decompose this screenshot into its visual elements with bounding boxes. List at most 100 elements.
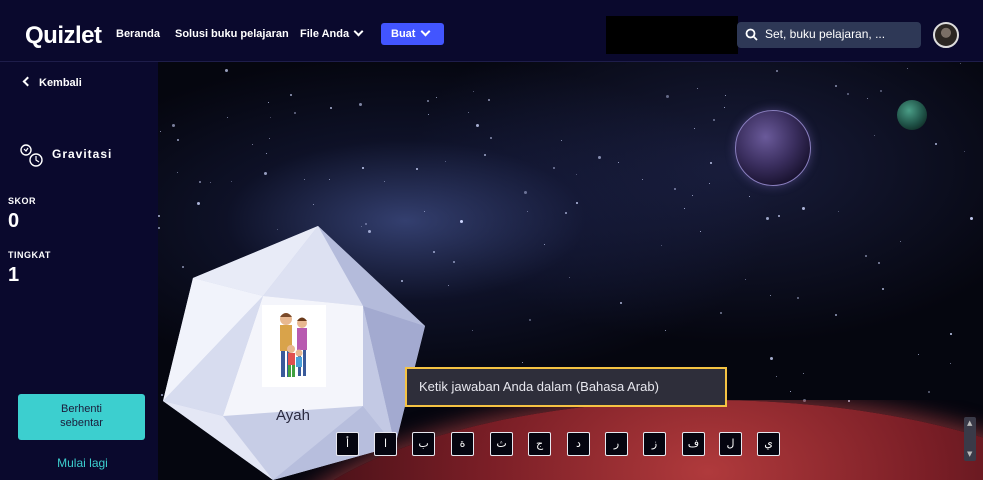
answer-input[interactable]: Ketik jawaban Anda dalam (Bahasa Arab) <box>405 367 727 407</box>
star <box>453 261 455 263</box>
star <box>304 179 305 180</box>
key-zay[interactable]: ز <box>643 432 666 456</box>
star <box>227 117 228 118</box>
star <box>529 319 531 321</box>
star <box>490 137 492 139</box>
quizlet-logo[interactable]: Quizlet <box>25 22 102 50</box>
star <box>709 183 710 184</box>
star <box>160 131 161 132</box>
star <box>359 103 362 106</box>
score-label: SKOR <box>8 196 37 206</box>
key-tha[interactable]: ث <box>490 432 513 456</box>
star <box>433 251 435 253</box>
star <box>427 100 429 102</box>
family-image <box>262 305 326 387</box>
green-planet <box>897 100 927 130</box>
key-alef-hamza[interactable]: أ <box>336 432 359 456</box>
star <box>720 312 722 314</box>
scroll-down-icon[interactable]: ▼ <box>967 450 972 458</box>
star <box>928 391 930 393</box>
gravity-icon <box>20 144 43 167</box>
user-avatar[interactable] <box>933 22 959 48</box>
search-icon <box>745 28 758 41</box>
key-lam[interactable]: ل <box>719 432 742 456</box>
star <box>642 179 643 180</box>
restart-link[interactable]: Mulai lagi <box>0 456 165 470</box>
game-mode-label: Gravitasi <box>52 147 113 162</box>
game-sidebar: Kembali Gravitasi SKOR 0 TINGKAT 1 Berhe… <box>0 62 158 480</box>
star <box>473 91 474 92</box>
star <box>527 211 528 212</box>
star <box>264 172 267 175</box>
star <box>665 330 666 331</box>
chevron-down-icon <box>421 26 431 37</box>
star <box>882 288 884 290</box>
star <box>950 333 952 335</box>
search-placeholder: Set, buku pelajaran, ... <box>765 27 886 41</box>
star <box>460 220 463 223</box>
star <box>476 124 479 127</box>
star <box>618 162 619 163</box>
star <box>569 277 570 278</box>
star <box>384 181 385 182</box>
star <box>907 68 908 69</box>
star <box>700 231 701 232</box>
star <box>847 93 849 95</box>
star <box>692 195 693 196</box>
star <box>424 211 425 212</box>
star <box>776 376 777 377</box>
star <box>448 285 449 286</box>
score-value: 0 <box>8 210 20 232</box>
create-button-label: Buat <box>391 28 416 40</box>
create-button[interactable]: Buat <box>381 23 444 45</box>
key-ra[interactable]: ر <box>605 432 628 456</box>
star <box>694 128 695 129</box>
star <box>158 227 160 229</box>
star <box>960 63 961 64</box>
star <box>770 295 771 296</box>
redacted-area <box>606 16 738 54</box>
key-dal[interactable]: د <box>567 432 590 456</box>
key-ba[interactable]: ب <box>412 432 435 456</box>
nav-textbook-solutions[interactable]: Solusi buku pelajaran <box>175 28 289 40</box>
star <box>416 168 418 170</box>
star <box>964 151 965 152</box>
back-link[interactable]: Kembali <box>22 76 82 89</box>
nav-home[interactable]: Beranda <box>116 28 160 40</box>
star <box>776 70 778 72</box>
star <box>598 156 601 159</box>
star <box>199 181 201 183</box>
nav-your-library[interactable]: File Anda <box>300 26 364 40</box>
star <box>177 139 179 141</box>
star <box>158 215 160 217</box>
key-alef[interactable]: ا <box>374 432 397 456</box>
key-ta-marbuta[interactable]: ة <box>451 432 474 456</box>
key-fa[interactable]: ف <box>682 432 705 456</box>
star <box>172 124 175 127</box>
star <box>268 102 269 103</box>
star <box>330 107 332 109</box>
star <box>835 85 837 87</box>
star <box>269 138 270 139</box>
star <box>553 167 555 169</box>
pause-button[interactable]: Berhenti sebentar <box>18 394 145 440</box>
star <box>880 90 882 92</box>
top-navigation-bar: Quizlet Beranda Solusi buku pelajaran Fi… <box>0 0 983 62</box>
star <box>210 182 211 183</box>
star <box>790 391 791 392</box>
star <box>472 330 473 331</box>
star <box>329 179 330 180</box>
star <box>620 302 622 304</box>
scrollbar[interactable]: ▲ ▼ <box>964 417 976 461</box>
star <box>524 191 527 194</box>
key-jim[interactable]: ج <box>528 432 551 456</box>
star <box>970 217 973 220</box>
key-ya[interactable]: ي <box>757 432 780 456</box>
family-illustration-icon <box>280 313 307 377</box>
search-input[interactable]: Set, buku pelajaran, ... <box>737 22 921 48</box>
star <box>661 245 662 246</box>
star <box>488 99 490 101</box>
star <box>428 114 429 115</box>
star <box>745 279 746 280</box>
scroll-up-icon[interactable]: ▲ <box>967 419 972 427</box>
